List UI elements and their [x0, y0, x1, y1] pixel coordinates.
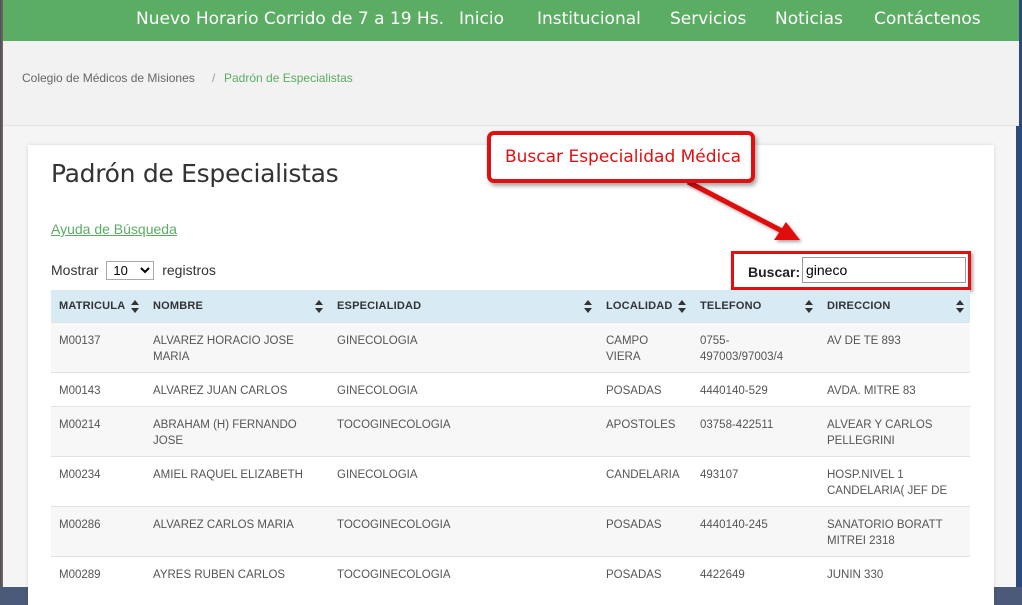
- annotation-arrow: [686, 179, 800, 240]
- page-background: Nuevo Horario Corrido de 7 a 19 Hs. Inic…: [0, 0, 1022, 605]
- annotation-callout: Buscar Especialidad Médica: [487, 131, 755, 183]
- callout-text: Buscar Especialidad Médica: [505, 147, 742, 167]
- arrow-icon: [686, 179, 800, 240]
